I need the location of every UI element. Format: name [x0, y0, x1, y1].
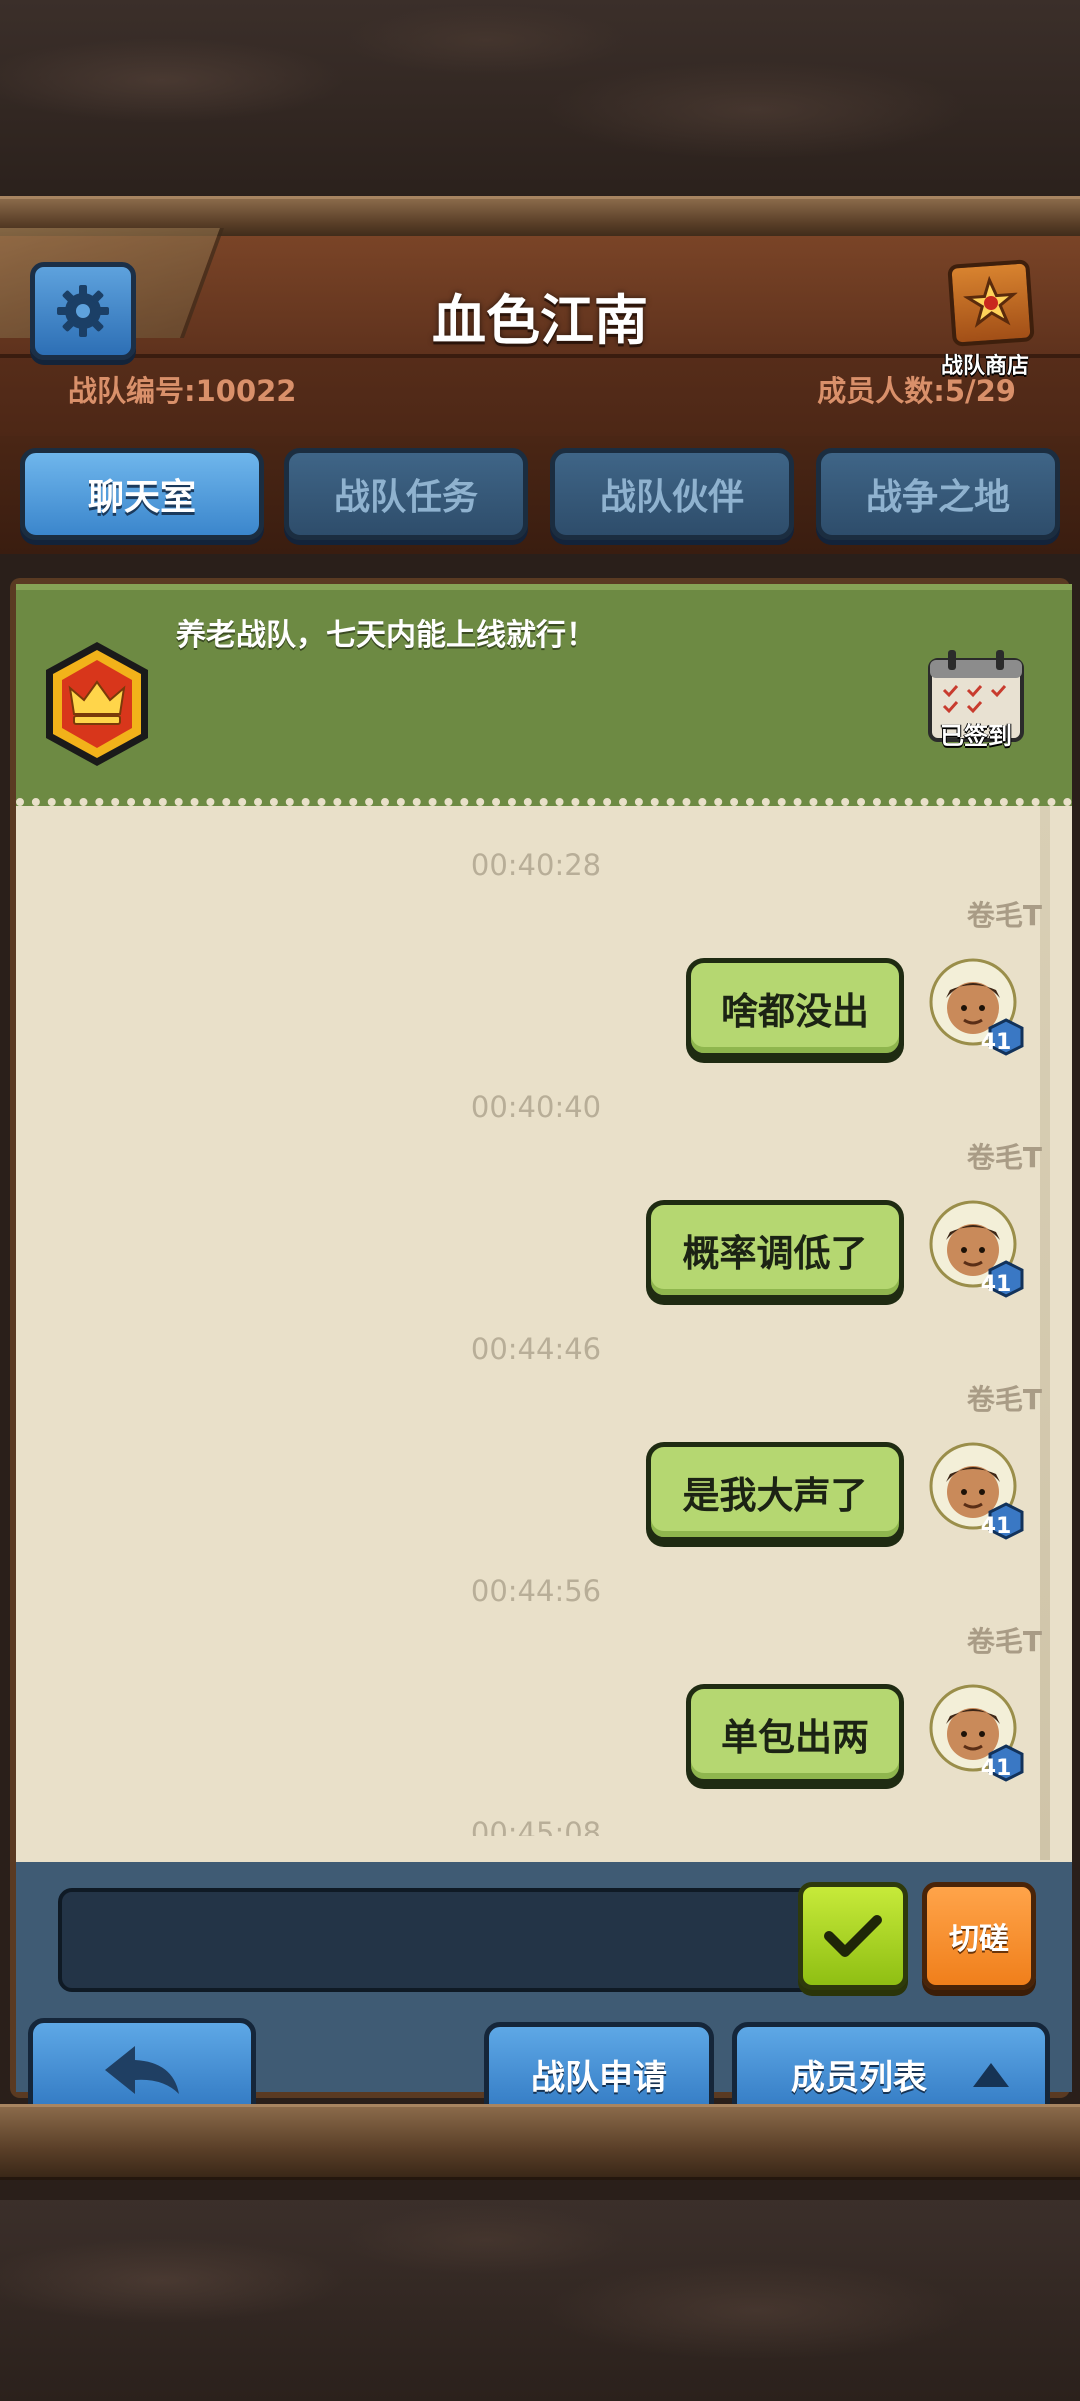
background-top	[0, 0, 1080, 200]
level-badge: 41	[980, 1756, 1012, 1781]
message-timestamp: 00:40:28	[470, 848, 602, 882]
caret-up-icon	[973, 2063, 1009, 2087]
message-sender: 卷毛T	[966, 899, 1042, 932]
background-bottom	[0, 2200, 1080, 2401]
chat-bubble[interactable]: 概率调低了	[646, 1200, 904, 1300]
send-button[interactable]	[798, 1882, 908, 1990]
message-timestamp: 00:45:08	[470, 1816, 602, 1836]
message-timestamp: 00:40:40	[470, 1090, 602, 1124]
bottom-wood-rail	[0, 2104, 1080, 2180]
spar-button[interactable]: 切磋	[922, 1882, 1036, 1990]
tab-bar: 聊天室 战队任务 战队伙伴 战争之地	[0, 436, 1080, 554]
member-list-label: 成员列表	[791, 2057, 927, 2098]
back-arrow-icon	[105, 2046, 179, 2094]
checkin-button[interactable]: 已签到	[924, 648, 1028, 750]
checkin-label: 已签到	[940, 722, 1012, 750]
message-timestamp: 00:44:56	[470, 1574, 602, 1608]
message-sender: 卷毛T	[966, 1383, 1042, 1416]
team-apply-label: 战队申请	[531, 2057, 667, 2098]
crown-icon	[42, 640, 152, 768]
message-sender: 卷毛T	[966, 1625, 1042, 1658]
tab-chat-room[interactable]: 聊天室	[20, 448, 264, 540]
team-name-title: 血色江南	[432, 289, 648, 352]
chat-bubble[interactable]: 是我大声了	[646, 1442, 904, 1542]
team-shop-button[interactable]: 战队商店	[930, 256, 1040, 379]
level-badge: 41	[980, 1030, 1012, 1055]
tab-war-land[interactable]: 战争之地	[816, 448, 1060, 540]
level-badge: 41	[980, 1272, 1012, 1297]
announcement-text: 养老战队，七天内能上线就行！	[176, 618, 596, 653]
chat-bubble[interactable]: 单包出两	[686, 1684, 904, 1784]
message-sender: 卷毛T	[966, 1141, 1042, 1174]
team-id-text: 战队编号:10022	[68, 374, 297, 408]
tab-team-partners[interactable]: 战队伙伴	[550, 448, 794, 540]
team-header: 血色江南 战队商店 战队编号:10022 成员人数:5/29	[0, 228, 1080, 436]
chat-message-list[interactable]: 00:40:28 卷毛T 啥都没出 41 00:40:40 卷毛T 概率调低了 …	[16, 806, 1056, 1836]
member-count-text: 成员人数:5/29	[817, 374, 1016, 408]
message-timestamp: 00:44:46	[470, 1332, 602, 1366]
chat-bubble[interactable]: 啥都没出	[686, 958, 904, 1058]
chat-input[interactable]	[58, 1888, 908, 1992]
tab-team-tasks[interactable]: 战队任务	[284, 448, 528, 540]
check-icon	[824, 1915, 882, 1957]
level-badge: 41	[980, 1514, 1012, 1539]
shop-icon	[947, 259, 1035, 347]
